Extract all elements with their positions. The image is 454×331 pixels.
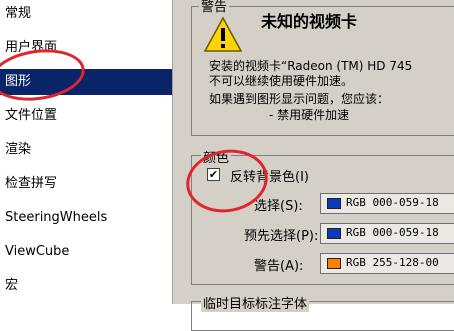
invert-background-label[interactable]: 反转背景色(I) [230, 166, 309, 185]
category-item-steeringwheels[interactable]: SteeringWheels [0, 205, 172, 231]
warning-color-value: RGB 255-128-00 [346, 256, 439, 269]
color-group-title: 颜色 [201, 147, 232, 166]
selection-color-value: RGB 000-059-18 [346, 196, 439, 209]
invert-background-checkbox[interactable]: ✔ [207, 168, 220, 181]
category-item-file-locations[interactable]: 文件位置 [0, 103, 172, 129]
warning-text-line-4: - 禁用硬件加速 [269, 108, 350, 122]
target-font-group-title: 临时目标标注字体 [201, 293, 310, 312]
preselection-color-button[interactable]: RGB 000-059-18 [320, 223, 454, 244]
preselection-color-label: 预先选择(P): [244, 229, 319, 244]
selection-color-swatch [327, 198, 341, 209]
warning-color-label: 警告(A): [254, 259, 304, 274]
settings-panel: 警告 未知的视频卡 安装的视频卡“Radeon (TM) HD 745 不可以继… [173, 0, 454, 331]
category-list: 常规 用户界面 图形 文件位置 渲染 检查拼写 SteeringWheels V… [0, 0, 173, 304]
selection-color-label: 选择(S): [254, 199, 303, 214]
warning-color-button[interactable]: RGB 255-128-00 [320, 253, 454, 274]
category-item-macros[interactable]: 宏 [0, 273, 172, 299]
category-item-spell-check[interactable]: 检查拼写 [0, 171, 172, 197]
warning-color-swatch [327, 258, 341, 269]
selection-color-button[interactable]: RGB 000-059-18 [320, 193, 454, 214]
warning-text-line-2: 不可以继续使用硬件加速。 [209, 74, 354, 88]
category-item-viewcube[interactable]: ViewCube [0, 239, 172, 265]
warning-group-title: 警告 [199, 0, 230, 15]
warning-heading: 未知的视频卡 [261, 12, 358, 31]
preselection-color-value: RGB 000-059-18 [346, 226, 439, 239]
category-item-graphics[interactable]: 图形 [0, 69, 172, 95]
warning-triangle-icon [204, 17, 242, 52]
warning-text-line-3: 如果遇到图形显示问题，您应该： [209, 92, 390, 106]
category-item-rendering[interactable]: 渲染 [0, 137, 172, 163]
preselection-color-swatch [327, 228, 341, 239]
category-item-user-interface[interactable]: 用户界面 [0, 35, 172, 61]
category-item-general[interactable]: 常规 [0, 1, 172, 27]
